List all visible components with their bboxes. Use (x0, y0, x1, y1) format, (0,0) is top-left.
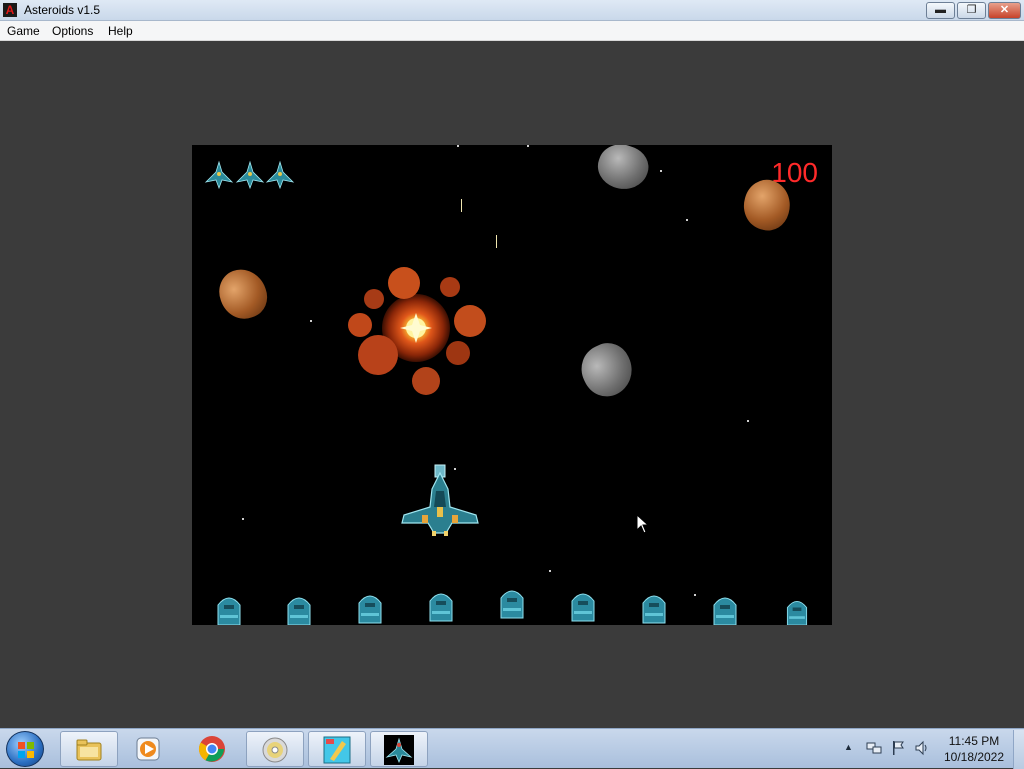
barrier-tower (429, 593, 453, 622)
taskbar: ▲ (0, 728, 1024, 769)
taskbar-dvd-button[interactable] (246, 731, 304, 767)
windows-logo-icon (18, 742, 34, 758)
taskbar-media-button[interactable] (120, 731, 178, 767)
action-center-flag-icon[interactable] (891, 740, 905, 756)
barrier-tower (287, 597, 311, 625)
taskbar-paint-button[interactable] (308, 731, 366, 767)
barrier-tower (358, 595, 382, 624)
player-ship (401, 464, 479, 536)
asteroid-gray (591, 145, 655, 197)
asteroids-app-icon (384, 735, 414, 765)
menu-game[interactable]: Game (7, 24, 40, 38)
folder-icon (76, 739, 102, 761)
clock-time[interactable]: 11:45 PM (940, 734, 1008, 748)
volume-icon[interactable] (914, 740, 930, 756)
taskbar-asteroids-button[interactable] (370, 731, 428, 767)
menu-bar: Game Options Help (0, 21, 1024, 41)
star (686, 219, 688, 221)
network-icon[interactable] (866, 741, 882, 755)
minimize-button[interactable]: ▬ (926, 2, 955, 19)
star (747, 420, 749, 422)
clock-date[interactable]: 10/18/2022 (940, 750, 1008, 764)
chrome-icon (198, 736, 225, 762)
star (549, 570, 551, 572)
explosion-effect (348, 267, 486, 395)
bullet (461, 199, 462, 212)
menu-options[interactable]: Options (52, 24, 93, 38)
game-canvas[interactable]: 100 (192, 145, 832, 625)
barrier-tower (217, 597, 241, 625)
barrier-tower (500, 590, 524, 619)
asteroid-gray (573, 335, 641, 405)
star (457, 145, 459, 147)
show-desktop-button[interactable] (1013, 730, 1024, 769)
barrier-tower (786, 600, 808, 625)
star (527, 145, 529, 147)
life-ship-icon (235, 160, 265, 190)
star (310, 320, 312, 322)
tray-expand-icon[interactable]: ▲ (844, 742, 853, 752)
app-icon: A (3, 3, 17, 17)
life-ship-icon (265, 160, 295, 190)
window-title: Asteroids v1.5 (24, 3, 101, 17)
bullet (496, 235, 497, 248)
star (660, 170, 662, 172)
start-button[interactable] (6, 731, 44, 767)
menu-help[interactable]: Help (108, 24, 133, 38)
mouse-cursor-icon (636, 514, 650, 534)
barrier-tower (571, 593, 595, 622)
close-button[interactable]: ✕ (988, 2, 1021, 19)
maximize-button[interactable]: ❐ (957, 2, 986, 19)
taskbar-chrome-button[interactable] (184, 731, 242, 767)
star (694, 594, 696, 596)
media-player-icon (136, 737, 160, 761)
paint-app-icon (323, 736, 351, 764)
title-bar: A Asteroids v1.5 ▬ ❐ ✕ (0, 0, 1024, 21)
asteroid-brown (212, 262, 274, 326)
dvd-icon (262, 737, 288, 763)
barrier-tower (642, 595, 666, 624)
star (242, 518, 244, 520)
life-ship-icon (204, 160, 234, 190)
barrier-tower (713, 597, 737, 625)
taskbar-explorer-button[interactable] (60, 731, 118, 767)
